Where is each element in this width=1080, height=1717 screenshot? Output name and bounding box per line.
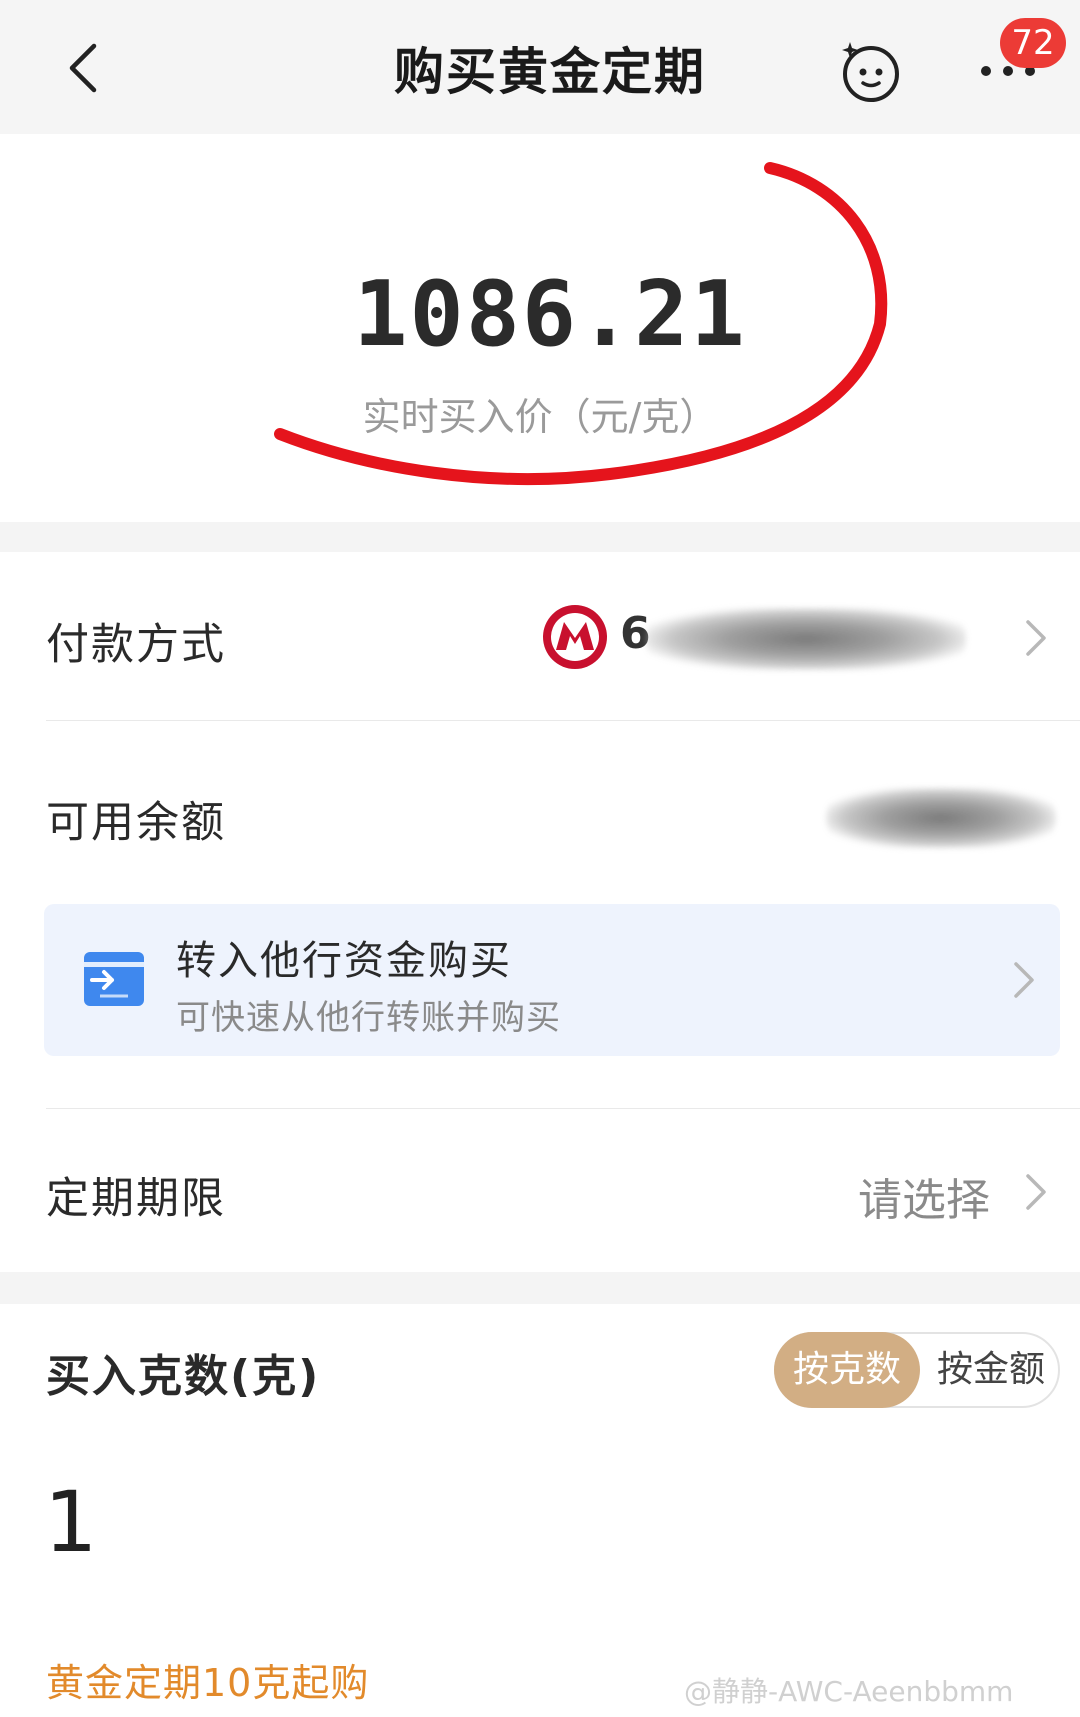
transfer-from-other-bank-banner[interactable]: 转入他行资金购买 可快速从他行转账并购买: [44, 904, 1060, 1056]
payment-method-label: 付款方式: [46, 620, 226, 670]
chevron-right-icon[interactable]: [1022, 616, 1052, 660]
grams-input[interactable]: [44, 1472, 1024, 1572]
by-grams-option[interactable]: 按克数: [774, 1332, 920, 1408]
term-label: 定期期限: [46, 1174, 226, 1224]
transfer-subtitle: 可快速从他行转账并购买: [176, 998, 561, 1038]
price-card: 1086.21 实时买入价（元/克）: [0, 134, 1080, 522]
chevron-right-icon[interactable]: [1022, 1170, 1052, 1214]
term-select-placeholder[interactable]: 请选择: [858, 1164, 990, 1228]
divider: [46, 1108, 1080, 1109]
page-title: 购买黄金定期: [394, 43, 706, 101]
chevron-right-icon: [1014, 962, 1034, 998]
transfer-title: 转入他行资金购买: [176, 938, 512, 984]
by-amount-option[interactable]: 按金额: [920, 1332, 1062, 1408]
notification-badge: 72: [1000, 18, 1066, 68]
customer-service-icon[interactable]: [838, 38, 904, 104]
available-balance-label: 可用余额: [46, 798, 226, 848]
divider: [46, 720, 1080, 721]
realtime-price: 1086.21: [353, 262, 747, 367]
redacted-card-number: [646, 608, 966, 670]
cmb-bank-logo: [543, 605, 607, 669]
transfer-in-icon: [84, 952, 144, 1006]
redacted-balance: [826, 788, 1056, 848]
minimum-purchase-note: 黄金定期10克起购: [46, 1661, 370, 1705]
navigation-bar: 购买黄金定期 72: [0, 0, 1080, 134]
price-label: 实时买入价（元/克）: [362, 395, 718, 439]
grams-label: 买入克数(克): [46, 1351, 321, 1402]
purchase-mode-toggle: 按克数 按金额: [774, 1332, 1060, 1408]
watermark: @静静-AWC-Aeenbbmm: [684, 1675, 1014, 1708]
payment-card: 付款方式 6 可用余额 转入他行资金购买 可快速从他行转账并购买 定期期限 请选…: [0, 552, 1080, 1272]
